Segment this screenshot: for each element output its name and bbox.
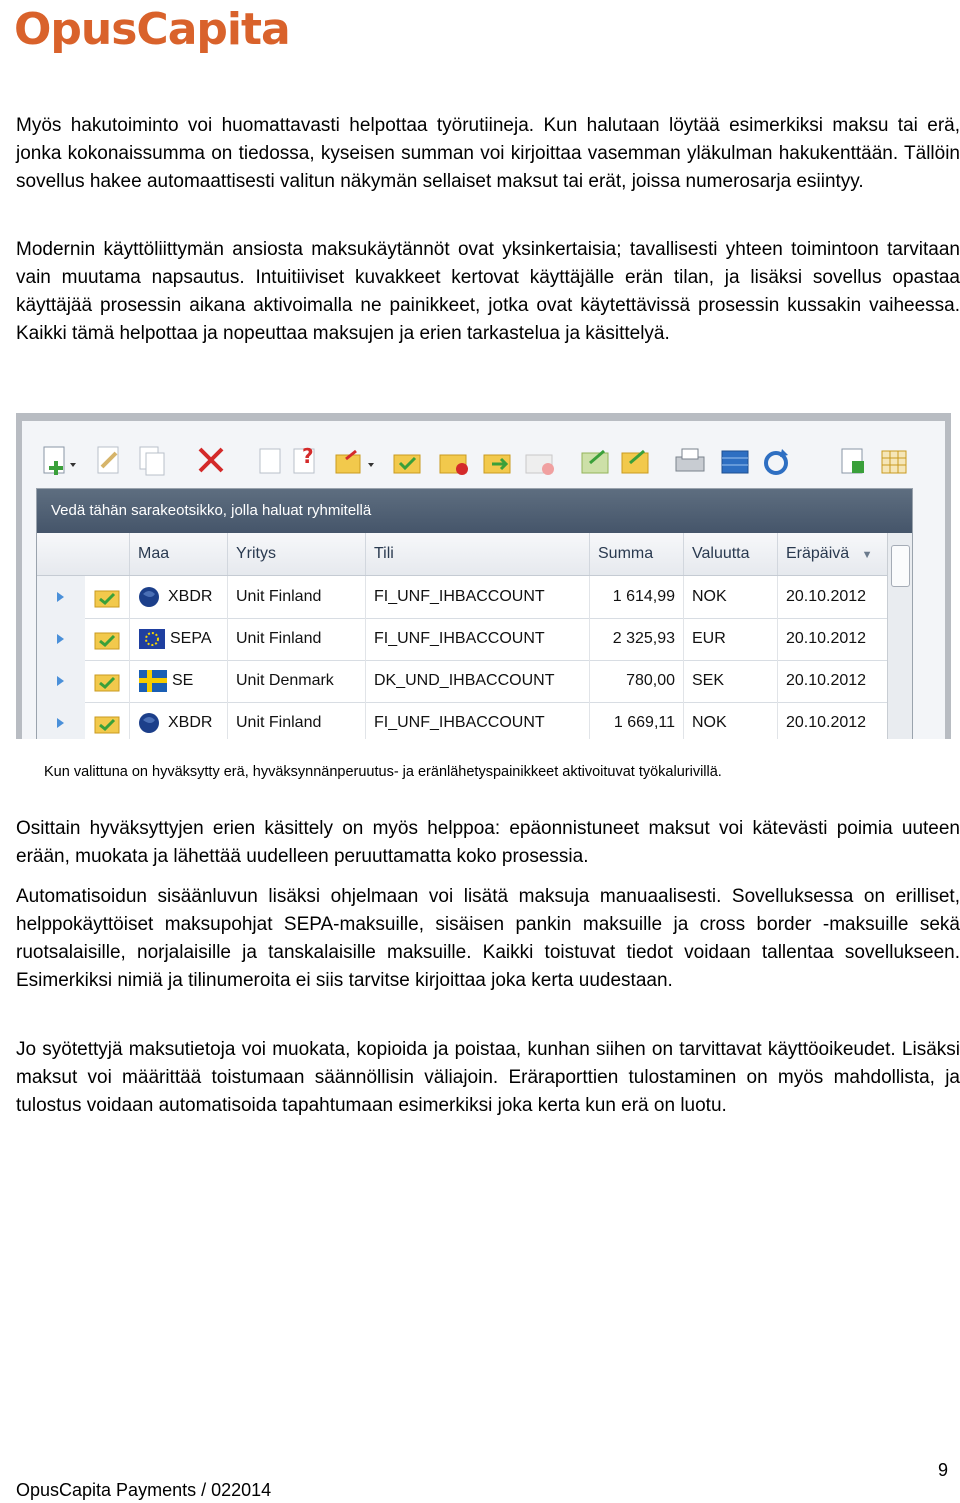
company-cell: Unit Finland	[227, 702, 365, 739]
country-cell: XBDR	[129, 702, 227, 739]
grid-header: Maa Yritys Tili Summa Valuutta Eräpäivä …	[37, 533, 912, 576]
globe-icon	[139, 713, 159, 733]
table-view-icon[interactable]	[721, 450, 749, 474]
amount-cell: 780,00	[589, 660, 683, 702]
header-flag	[85, 533, 129, 575]
table-row[interactable]: XBDR Unit Finland FI_UNF_IHBACCOUNT 1 66…	[37, 702, 912, 739]
currency-cell: NOK	[683, 576, 777, 618]
folder-arrow-icon[interactable]	[335, 449, 374, 474]
status-icon	[85, 660, 129, 702]
folder-send-icon[interactable]	[483, 454, 511, 474]
page-number: 9	[937, 1460, 948, 1480]
table-row[interactable]: SEPA Unit Finland FI_UNF_IHBACCOUNT 2 32…	[37, 618, 912, 661]
document-icon[interactable]	[259, 448, 281, 474]
import-icon[interactable]	[621, 449, 649, 474]
group-by-hint[interactable]: Vedä tähän sarakeotsikko, jolla haluat r…	[37, 489, 912, 533]
due-date-cell: 20.10.2012	[777, 618, 888, 660]
sort-desc-icon: ▼	[861, 549, 873, 561]
paragraph-manual-payments: Automatisoidun sisäänluvun lisäksi ohjel…	[16, 886, 960, 991]
folder-check-icon[interactable]	[393, 454, 421, 474]
new-batch-icon[interactable]	[43, 446, 76, 475]
currency-cell: EUR	[683, 618, 777, 660]
status-icon	[85, 576, 129, 618]
table-row[interactable]: XBDR Unit Finland FI_UNF_IHBACCOUNT 1 61…	[37, 576, 912, 619]
delete-icon[interactable]	[198, 447, 224, 473]
country-cell: XBDR	[129, 576, 227, 618]
refresh-icon[interactable]	[764, 449, 788, 475]
company-cell: Unit Denmark	[227, 660, 365, 702]
due-date-cell: 20.10.2012	[777, 576, 888, 618]
status-icon	[85, 618, 129, 660]
account-cell: FI_UNF_IHBACCOUNT	[365, 618, 589, 660]
help-icon[interactable]: ?	[293, 444, 315, 474]
header-erapaiva[interactable]: Eräpäivä ▼	[777, 533, 888, 575]
header-valuutta[interactable]: Valuutta	[683, 533, 777, 575]
country-cell: SEPA	[129, 618, 227, 660]
eu-flag-icon	[139, 629, 165, 649]
payments-grid: Vedä tähän sarakeotsikko, jolla haluat r…	[36, 488, 913, 739]
figure-caption: Kun valittuna on hyväksytty erä, hyväksy…	[44, 764, 722, 780]
currency-cell: SEK	[683, 660, 777, 702]
header-summa[interactable]: Summa	[589, 533, 683, 575]
row-indicator[interactable]	[37, 576, 85, 618]
paragraph-ui: Modernin käyttöliittymän ansiosta maksuk…	[16, 239, 960, 344]
amount-cell: 2 325,93	[589, 618, 683, 660]
print-icon[interactable]	[675, 448, 705, 472]
table-row[interactable]: SE Unit Denmark DK_UND_IHBACCOUNT 780,00…	[37, 660, 912, 703]
paragraph-editing: Jo syötettyjä maksutietoja voi muokata, …	[16, 1039, 960, 1116]
excel-export-icon[interactable]	[841, 448, 864, 474]
toolbar: ?	[43, 444, 907, 476]
export-icon[interactable]	[581, 449, 609, 474]
due-date-cell: 20.10.2012	[777, 702, 888, 739]
folder-remove-icon[interactable]	[525, 454, 554, 475]
scrollbar-thumb[interactable]	[891, 545, 910, 587]
opuscapita-logo: OpusCapita	[14, 4, 291, 55]
status-icon	[85, 702, 129, 739]
currency-cell: NOK	[683, 702, 777, 739]
header-tili[interactable]: Tili	[365, 533, 589, 575]
country-cell: SE	[129, 660, 227, 702]
paragraph-search: Myös hakutoiminto voi huomattavasti help…	[16, 115, 960, 192]
paragraph-partial-approval: Osittain hyväksyttyjen erien käsittely o…	[16, 818, 960, 867]
edit-icon[interactable]	[97, 446, 119, 474]
header-yritys[interactable]: Yritys	[227, 533, 365, 575]
amount-cell: 1 669,11	[589, 702, 683, 739]
footer-text: OpusCapita Payments / 022014	[16, 1480, 272, 1500]
copy-icon[interactable]	[139, 446, 165, 476]
header-erapaiva-label: Eräpäivä	[786, 545, 850, 562]
vertical-scrollbar[interactable]	[887, 533, 912, 739]
company-cell: Unit Finland	[227, 618, 365, 660]
row-indicator[interactable]	[37, 660, 85, 702]
row-indicator[interactable]	[37, 702, 85, 739]
header-maa[interactable]: Maa	[129, 533, 227, 575]
amount-cell: 1 614,99	[589, 576, 683, 618]
account-cell: FI_UNF_IHBACCOUNT	[365, 576, 589, 618]
account-cell: FI_UNF_IHBACCOUNT	[365, 702, 589, 739]
app-screenshot: ? Vedä tähän sarakeotsikko, jolla haluat…	[16, 413, 951, 739]
svg-text:?: ?	[302, 444, 314, 468]
sweden-flag-icon	[139, 670, 167, 692]
due-date-cell: 20.10.2012	[777, 660, 888, 702]
columns-icon[interactable]	[881, 450, 907, 474]
row-indicator[interactable]	[37, 618, 85, 660]
folder-cancel-icon[interactable]	[439, 454, 468, 475]
account-cell: DK_UND_IHBACCOUNT	[365, 660, 589, 702]
company-cell: Unit Finland	[227, 576, 365, 618]
globe-icon	[139, 587, 159, 607]
